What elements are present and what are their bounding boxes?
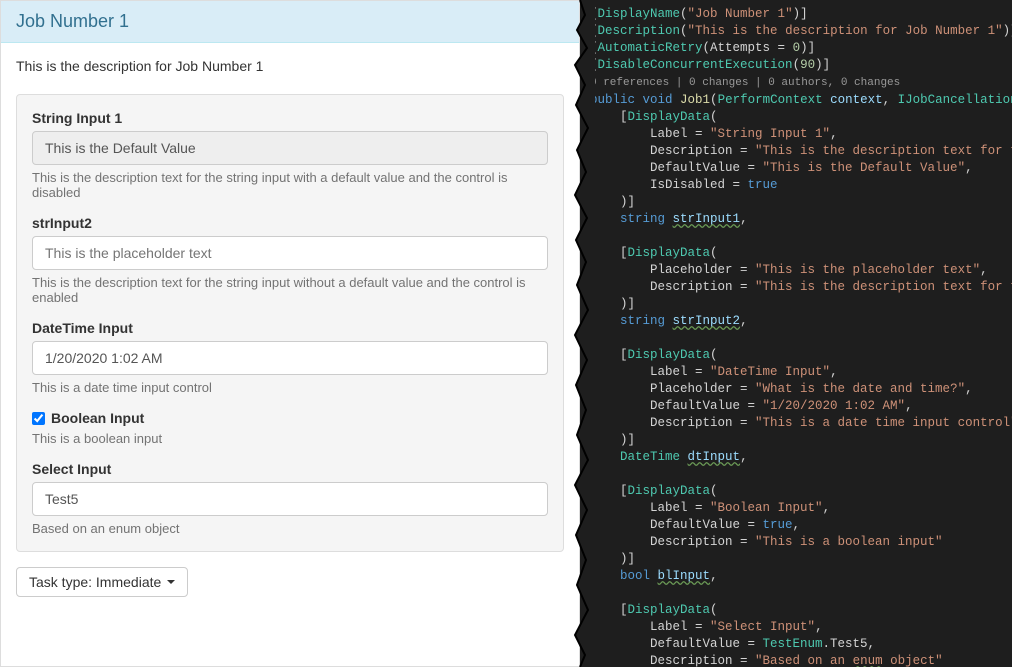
code-line — [590, 330, 1012, 347]
task-type-label: Task type: Immediate — [29, 574, 161, 590]
task-type-dropdown[interactable]: Task type: Immediate — [16, 567, 188, 597]
code-line: Description = "Based on an enum object" — [590, 653, 1012, 667]
string-input-1-label: String Input 1 — [32, 110, 548, 126]
code-line — [590, 585, 1012, 602]
job-form-panel: Job Number 1 This is the description for… — [0, 0, 580, 667]
code-line: IsDisabled = true — [590, 177, 1012, 194]
code-line: [DisableConcurrentExecution(90)] — [590, 57, 1012, 74]
datetime-input-group: DateTime Input This is a date time input… — [32, 320, 548, 395]
code-line: )] — [590, 194, 1012, 211]
code-line: bool blInput, — [590, 568, 1012, 585]
code-line: Placeholder = "This is the placeholder t… — [590, 262, 1012, 279]
code-line: )] — [590, 551, 1012, 568]
panel-heading: Job Number 1 — [1, 1, 579, 43]
code-line: DefaultValue = "1/20/2020 1:02 AM", — [590, 398, 1012, 415]
select-input[interactable] — [32, 482, 548, 516]
code-line: [DisplayData( — [590, 109, 1012, 126]
select-input-group: Select Input Based on an enum object — [32, 461, 548, 536]
code-line: [DisplayName("Job Number 1")] — [590, 6, 1012, 23]
select-input-help: Based on an enum object — [32, 521, 548, 536]
code-line: Description = "This is a date time input… — [590, 415, 1012, 432]
boolean-input-label[interactable]: Boolean Input — [32, 410, 548, 426]
boolean-input[interactable] — [32, 412, 45, 425]
string-input-2-label: strInput2 — [32, 215, 548, 231]
code-line: [Description("This is the description fo… — [590, 23, 1012, 40]
code-editor: [DisplayName("Job Number 1")][Descriptio… — [580, 0, 1012, 667]
code-line: string strInput1, — [590, 211, 1012, 228]
string-input-1-help: This is the description text for the str… — [32, 170, 548, 200]
string-input-2-help: This is the description text for the str… — [32, 275, 548, 305]
code-line: )] — [590, 432, 1012, 449]
code-line — [590, 466, 1012, 483]
code-line: DefaultValue = "This is the Default Valu… — [590, 160, 1012, 177]
string-input-1 — [32, 131, 548, 165]
code-line: Placeholder = "What is the date and time… — [590, 381, 1012, 398]
code-line: Label = "Select Input", — [590, 619, 1012, 636]
datetime-input[interactable] — [32, 341, 548, 375]
code-line: DefaultValue = true, — [590, 517, 1012, 534]
datetime-input-help: This is a date time input control — [32, 380, 548, 395]
code-line: [AutomaticRetry(Attempts = 0)] — [590, 40, 1012, 57]
boolean-input-group: Boolean Input This is a boolean input — [32, 410, 548, 446]
datetime-input-label: DateTime Input — [32, 320, 548, 336]
code-line — [590, 228, 1012, 245]
string-input-2[interactable] — [32, 236, 548, 270]
code-line: [DisplayData( — [590, 245, 1012, 262]
code-line: [DisplayData( — [590, 602, 1012, 619]
job-description: This is the description for Job Number 1 — [1, 43, 579, 79]
code-line: public void Job1(PerformContext context,… — [590, 92, 1012, 109]
code-line: string strInput2, — [590, 313, 1012, 330]
code-line: [DisplayData( — [590, 483, 1012, 500]
code-line: Description = "This is the description t… — [590, 279, 1012, 296]
boolean-input-help: This is a boolean input — [32, 431, 548, 446]
code-line: DefaultValue = TestEnum.Test5, — [590, 636, 1012, 653]
code-line: [DisplayData( — [590, 347, 1012, 364]
code-line: 0 references | 0 changes | 0 authors, 0 … — [590, 74, 1012, 92]
code-line: Label = "String Input 1", — [590, 126, 1012, 143]
string-input-1-group: String Input 1 This is the description t… — [32, 110, 548, 200]
inputs-panel: String Input 1 This is the description t… — [16, 94, 564, 552]
code-line: DateTime dtInput, — [590, 449, 1012, 466]
code-line: Label = "DateTime Input", — [590, 364, 1012, 381]
code-line: Label = "Boolean Input", — [590, 500, 1012, 517]
caret-down-icon — [167, 580, 175, 584]
string-input-2-group: strInput2 This is the description text f… — [32, 215, 548, 305]
code-line: Description = "This is the description t… — [590, 143, 1012, 160]
select-input-label: Select Input — [32, 461, 548, 477]
code-line: Description = "This is a boolean input" — [590, 534, 1012, 551]
boolean-input-text: Boolean Input — [51, 410, 144, 426]
page-title: Job Number 1 — [16, 11, 129, 31]
code-line: )] — [590, 296, 1012, 313]
